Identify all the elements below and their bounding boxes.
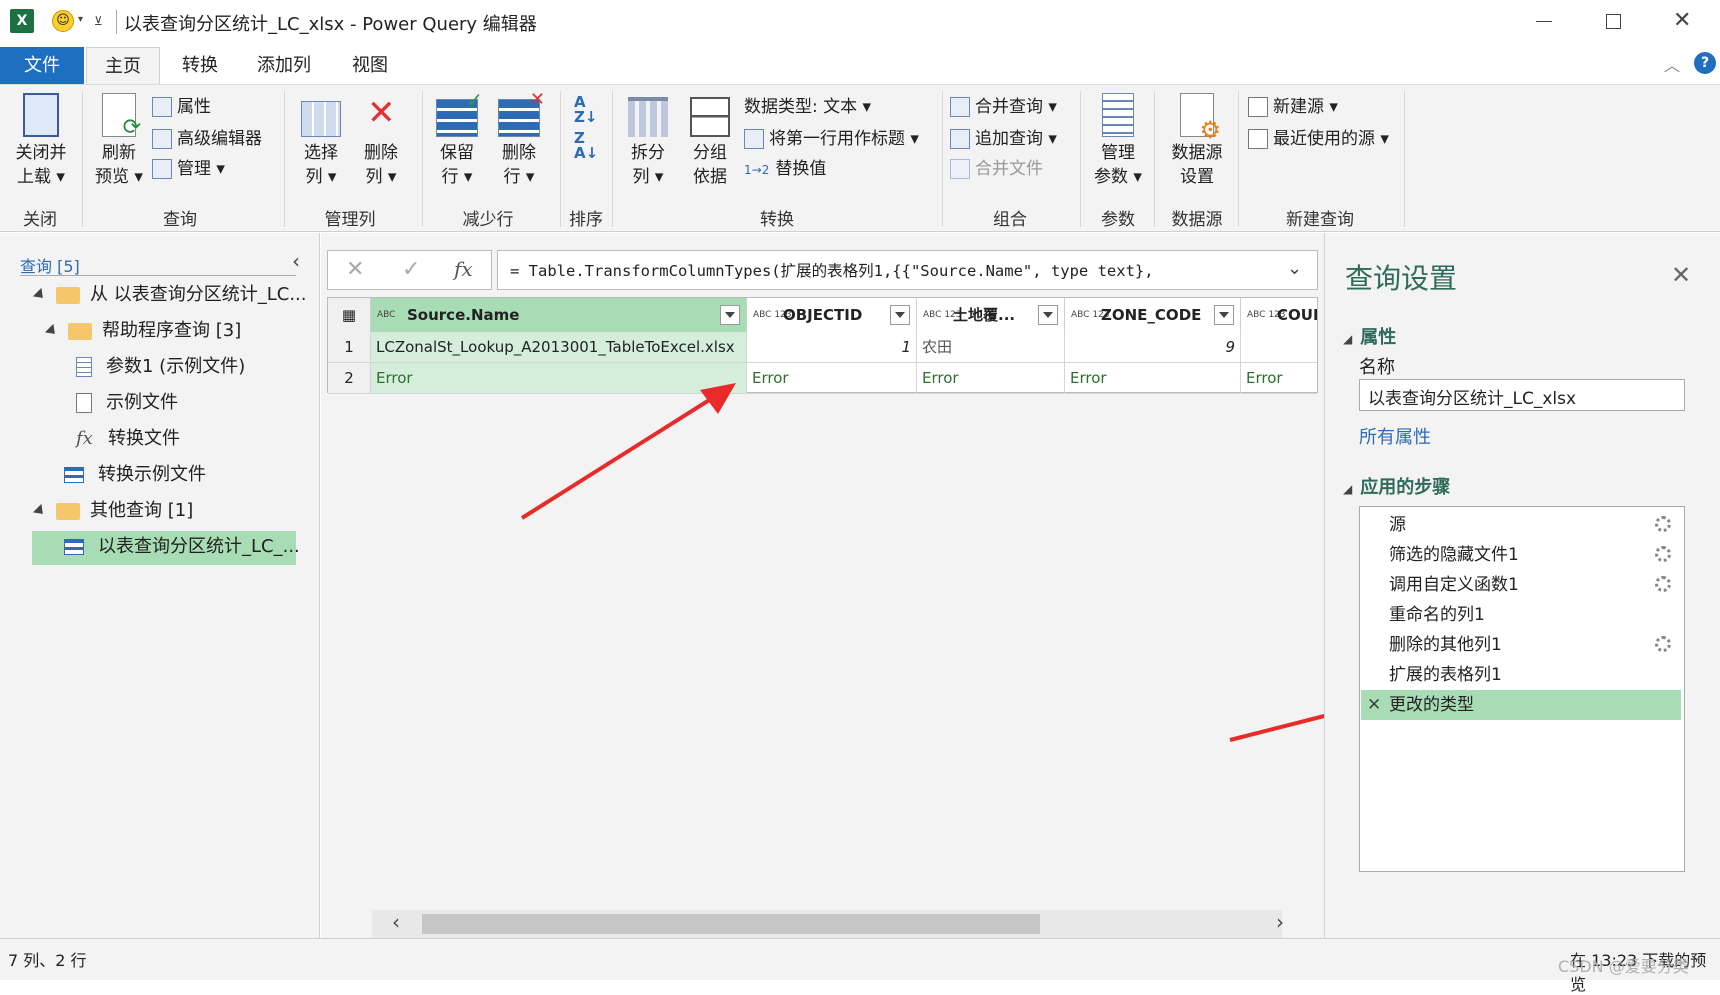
step-filtered-hidden-files[interactable]: 筛选的隐藏文件1 xyxy=(1361,540,1681,570)
step-invoke-custom-function[interactable]: 调用自定义函数1 xyxy=(1361,570,1681,600)
step-changed-type[interactable]: ✕ 更改的类型 xyxy=(1361,690,1681,720)
query-settings-pane: 查询设置 ✕ ◢ 属性 名称 以表查询分区统计_LC_xlsx 所有属性 ◢ 应用的… xyxy=(1324,233,1720,938)
status-bar: 7 列、2 行 在 13:23 下载的预览 CSDN @爱要分类 xyxy=(0,938,1720,994)
query-settings-title: 查询设置 xyxy=(1345,262,1458,295)
close-pane-icon[interactable]: ✕ xyxy=(1671,261,1691,289)
gear-icon[interactable] xyxy=(1655,516,1671,532)
arrow-to-error xyxy=(520,390,724,520)
step-expanded-table-column[interactable]: 扩展的表格列1 xyxy=(1361,660,1681,690)
gear-icon[interactable] xyxy=(1655,636,1671,652)
properties-header[interactable]: ◢ 属性 xyxy=(1343,323,1396,349)
query-name-input[interactable]: 以表查询分区统计_LC_xlsx xyxy=(1359,379,1685,411)
all-properties-link[interactable]: 所有属性 xyxy=(1359,423,1431,449)
gear-icon[interactable] xyxy=(1655,546,1671,562)
applied-steps-header[interactable]: ◢ 应用的步骤 xyxy=(1343,473,1450,499)
gear-icon[interactable] xyxy=(1655,576,1671,592)
watermark: CSDN @爱要分类 xyxy=(1558,957,1689,976)
delete-step-icon[interactable]: ✕ xyxy=(1367,690,1381,720)
applied-steps-list: 源 筛选的隐藏文件1 调用自定义函数1 重命名的列1 删除的其他列1 扩展的表格… xyxy=(1359,506,1685,872)
arrow-head xyxy=(700,383,736,414)
name-label: 名称 xyxy=(1359,357,1395,378)
status-column-row-count: 7 列、2 行 xyxy=(8,951,87,970)
step-removed-other-columns[interactable]: 删除的其他列1 xyxy=(1361,630,1681,660)
step-renamed-columns[interactable]: 重命名的列1 xyxy=(1361,600,1681,630)
step-source[interactable]: 源 xyxy=(1361,510,1681,540)
